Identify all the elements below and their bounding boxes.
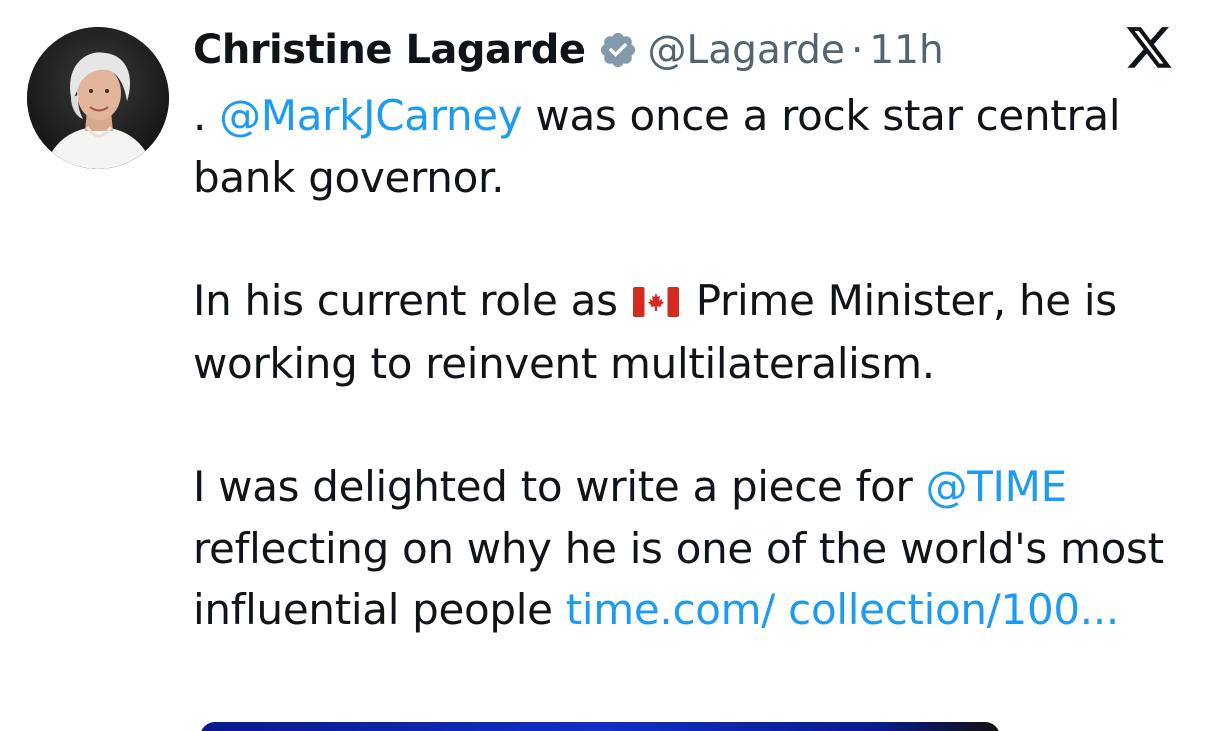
article-link[interactable]: time.com/ collection/100... [566,585,1120,634]
separator-dot: · [850,27,864,73]
mention-time[interactable]: @TIME [926,462,1068,511]
text-segment: In his current role as [193,275,631,325]
text-segment: I was delighted to write a piece for [193,462,926,511]
text-prefix: . [193,91,220,140]
avatar[interactable] [27,27,169,169]
timestamp[interactable]: 11h [869,28,943,73]
verified-badge-icon[interactable] [598,30,638,70]
canada-flag-icon [632,272,679,334]
tweet-text: . @MarkJCarney was once a rock star cent… [193,85,1183,641]
mention-markjcarney[interactable]: @MarkJCarney [219,91,523,140]
x-logo-icon [1124,27,1174,73]
tweet-paragraph-2: In his current role as Prime Minister, h… [193,270,1183,395]
tweet-paragraph-3: I was delighted to write a piece for @TI… [193,456,1183,641]
media-preview[interactable] [200,722,1000,731]
tweet-card[interactable]: Christine Lagarde @Lagarde · 11h . @Mark… [0,0,1206,731]
user-handle[interactable]: @Lagarde [648,28,845,73]
display-name[interactable]: Christine Lagarde [193,27,586,73]
tweet-paragraph-1: . @MarkJCarney was once a rock star cent… [193,85,1183,208]
tweet-header: Christine Lagarde @Lagarde · 11h [193,22,944,78]
